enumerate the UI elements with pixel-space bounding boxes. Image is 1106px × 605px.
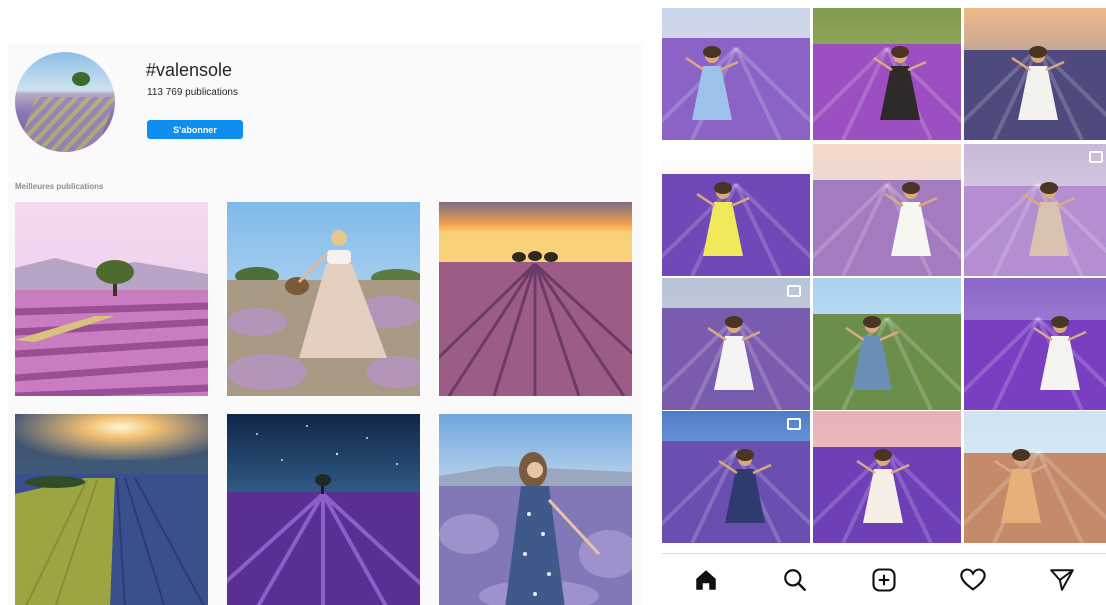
post-photo [813, 278, 961, 410]
explore-post-tile[interactable] [813, 8, 961, 140]
hashtag-title: #valensole [146, 60, 233, 80]
explore-post-tile[interactable] [662, 278, 810, 410]
explore-post-tile[interactable] [964, 411, 1106, 543]
direct-send-icon[interactable] [1040, 558, 1084, 602]
add-post-icon[interactable] [862, 558, 906, 602]
post-photo [964, 144, 1106, 276]
mobile-explore-panel [662, 0, 1106, 605]
explore-post-tile[interactable] [662, 144, 810, 276]
post-photo [813, 411, 961, 543]
post-photo [662, 8, 810, 140]
heart-icon[interactable] [951, 558, 995, 602]
hashtag-page-panel: #valensole 113 769 publications S'abonne… [8, 44, 642, 605]
follow-button[interactable]: S'abonner [147, 120, 243, 139]
post-photo [662, 278, 810, 410]
post-photo [964, 8, 1106, 140]
post-count: 113 769 publications [147, 87, 238, 98]
post-photo [813, 144, 961, 276]
explore-post-tile[interactable] [964, 8, 1106, 140]
mobile-post-grid [662, 0, 1106, 560]
top-post-tile[interactable] [15, 202, 208, 396]
hashtag-avatar [15, 52, 115, 152]
post-photo [964, 278, 1106, 410]
top-posts-grid [15, 202, 633, 605]
carousel-icon [787, 418, 801, 430]
top-post-tile[interactable] [439, 414, 632, 605]
post-photo [662, 144, 810, 276]
top-posts-heading: Meilleures publications [15, 182, 104, 191]
explore-post-tile[interactable] [662, 411, 810, 543]
explore-post-tile[interactable] [813, 144, 961, 276]
carousel-icon [1089, 151, 1103, 163]
search-icon[interactable] [773, 558, 817, 602]
top-post-tile[interactable] [15, 414, 208, 605]
post-photo [662, 411, 810, 543]
explore-post-tile[interactable] [813, 411, 961, 543]
explore-post-tile[interactable] [813, 278, 961, 410]
post-photo [964, 411, 1106, 543]
home-icon[interactable] [684, 558, 728, 602]
explore-post-tile[interactable] [964, 144, 1106, 276]
top-post-tile[interactable] [227, 202, 420, 396]
post-photo [813, 8, 961, 140]
explore-post-tile[interactable] [662, 8, 810, 140]
top-post-tile[interactable] [227, 414, 420, 605]
carousel-icon [787, 285, 801, 297]
explore-post-tile[interactable] [964, 278, 1106, 410]
bottom-tab-bar [662, 553, 1106, 605]
top-post-tile[interactable] [439, 202, 632, 396]
